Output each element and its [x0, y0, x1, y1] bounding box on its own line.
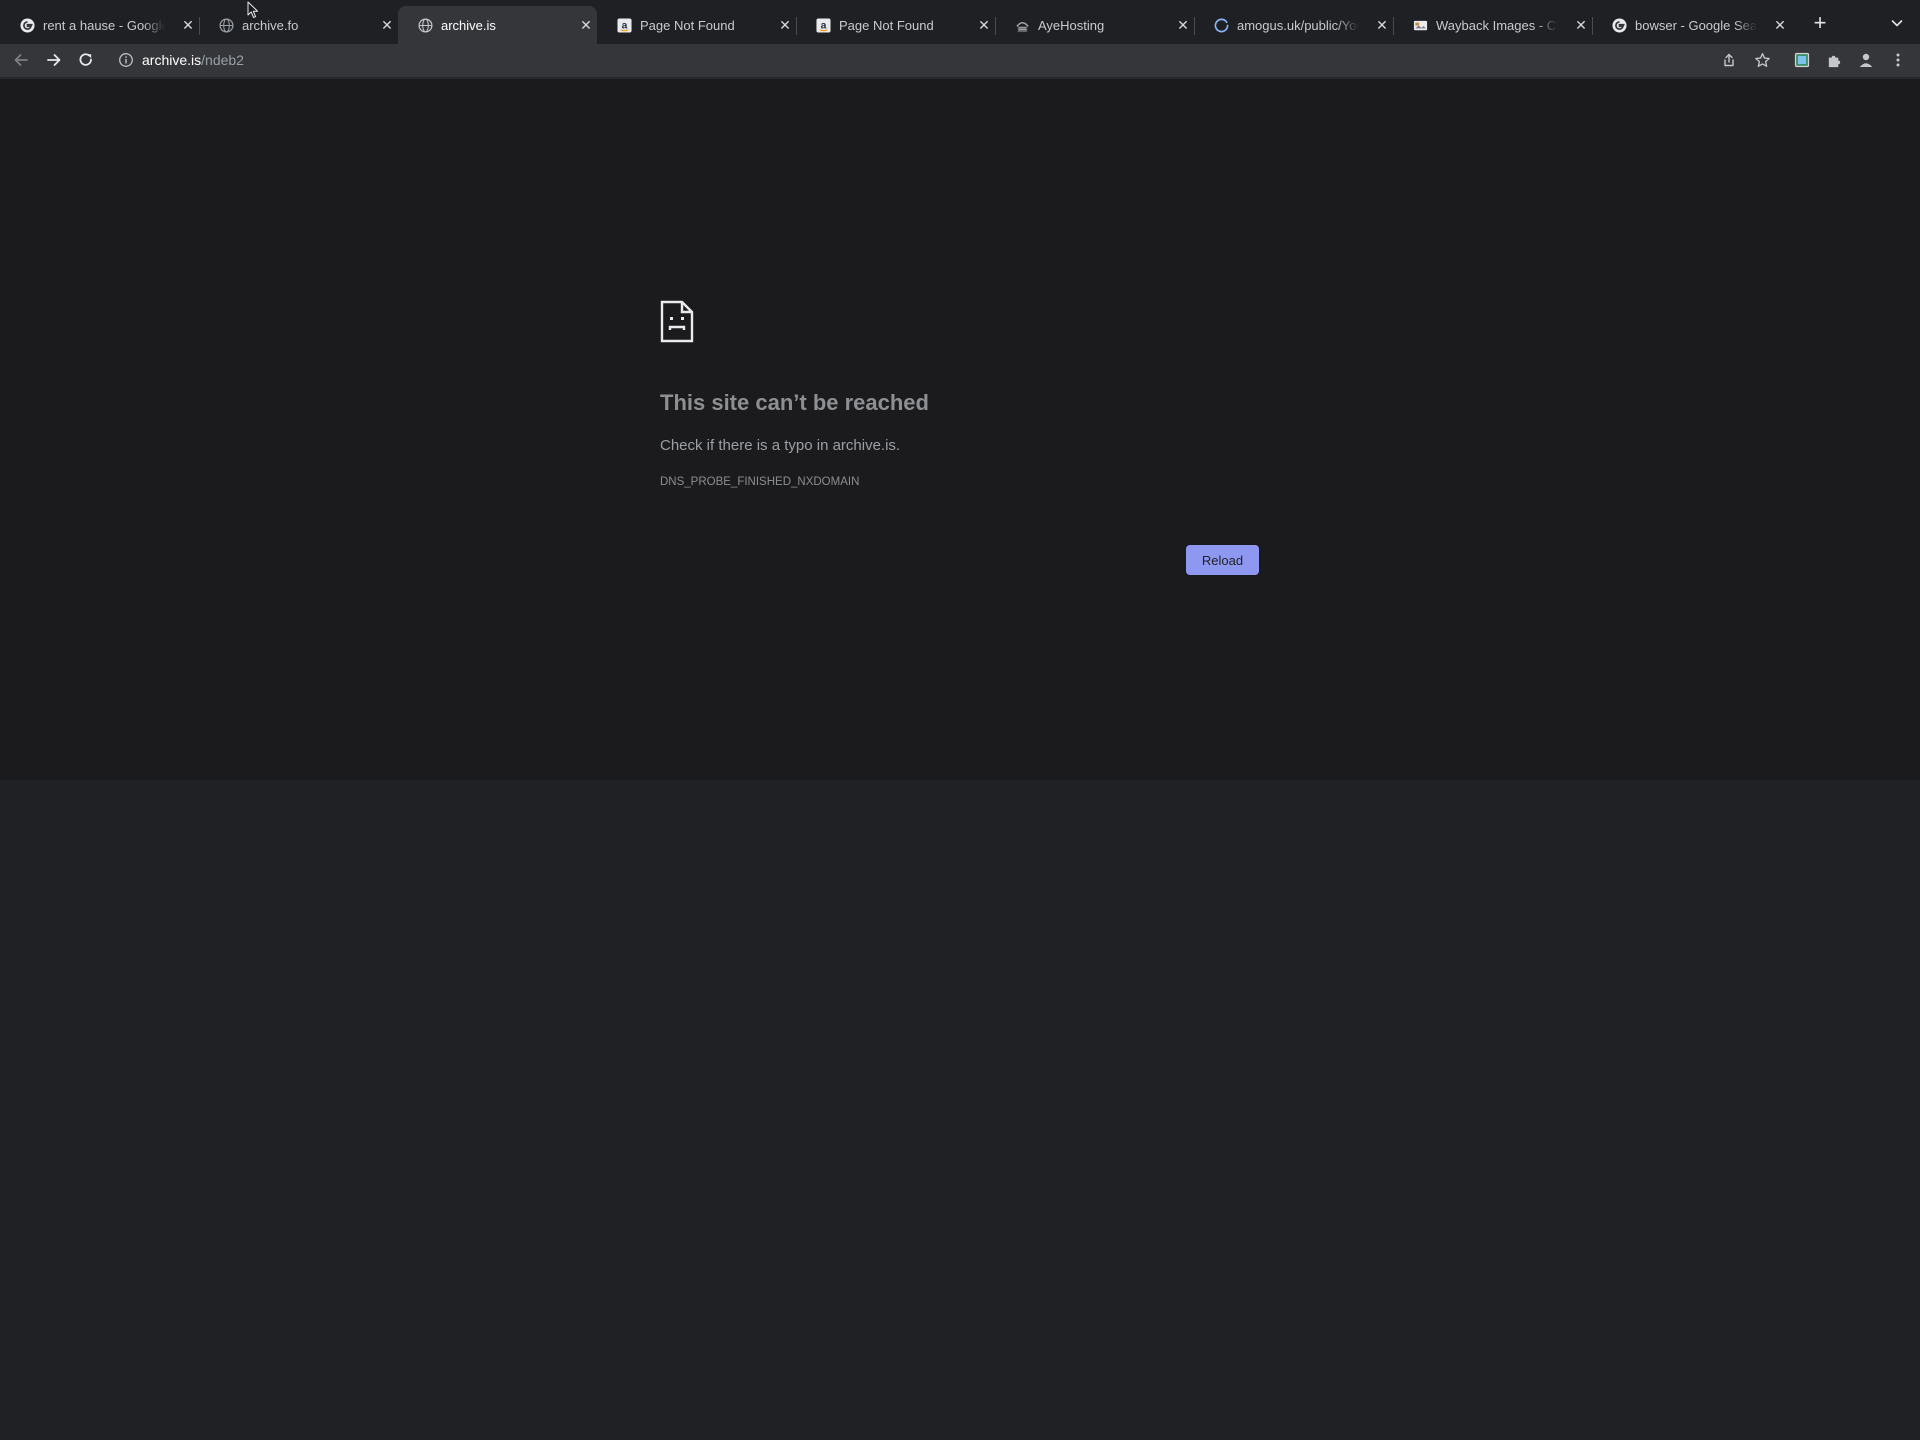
mouse-cursor-icon — [247, 1, 259, 19]
tab-title: Wayback Images - Chrome — [1436, 18, 1558, 33]
close-tab-icon[interactable]: ✕ — [1374, 17, 1390, 33]
tab-title: AyeHosting — [1038, 18, 1105, 33]
sad-page-icon — [660, 300, 694, 343]
wayback-icon — [1413, 18, 1428, 33]
tab-rent-a-hause[interactable]: rent a hause - Google Search ✕ — [0, 6, 200, 44]
google-g-icon — [20, 18, 35, 33]
globe-icon — [418, 18, 433, 33]
tab-title: archive.is — [441, 18, 496, 33]
tab-bowser[interactable]: bowser - Google Search ✕ — [1592, 6, 1791, 44]
svg-text:a: a — [821, 20, 827, 31]
url-path: /ndeb2 — [201, 52, 244, 68]
share-icon[interactable] — [1718, 49, 1740, 71]
close-tab-icon[interactable]: ✕ — [379, 17, 395, 33]
tab-title: bowser - Google Search — [1635, 18, 1757, 33]
tab-page-not-found-2[interactable]: a Page Not Found ✕ — [796, 6, 996, 44]
url-host: archive.is — [142, 52, 202, 68]
close-tab-icon[interactable]: ✕ — [777, 17, 793, 33]
info-icon[interactable] — [118, 52, 134, 68]
back-arrow-icon[interactable] — [10, 49, 32, 71]
page-lower-area — [0, 780, 1920, 1440]
close-tab-icon[interactable]: ✕ — [1772, 17, 1788, 33]
tab-title: rent a hause - Google Search — [43, 18, 165, 33]
tab-search-chevron-icon[interactable] — [1888, 14, 1906, 32]
amazon-icon: a — [617, 18, 632, 33]
forward-arrow-icon[interactable] — [43, 49, 65, 71]
tab-page-not-found-1[interactable]: a Page Not Found ✕ — [597, 6, 797, 44]
close-tab-icon[interactable]: ✕ — [180, 17, 196, 33]
hfs-icon — [1015, 18, 1030, 33]
bookmark-star-icon[interactable] — [1751, 49, 1773, 71]
tab-archive-fo[interactable]: archive.fo ✕ — [199, 6, 398, 44]
error-page: This site can’t be reached Check if ther… — [0, 79, 1920, 780]
tab-title: archive.fo — [242, 18, 299, 33]
globe-icon — [219, 18, 234, 33]
error-code: DNS_PROBE_FINISHED_NXDOMAIN — [660, 476, 860, 488]
url-text: archive.is/ndeb2 — [142, 51, 244, 69]
close-tab-icon[interactable]: ✕ — [578, 17, 594, 33]
loading-spinner-icon — [1214, 18, 1229, 33]
tab-title: Page Not Found — [640, 18, 735, 33]
menu-kebab-icon[interactable] — [1887, 49, 1909, 71]
browser-window: rent a hause - Google Search ✕ archive.f… — [0, 0, 1920, 1440]
close-tab-icon[interactable]: ✕ — [976, 17, 992, 33]
reload-icon[interactable] — [75, 49, 97, 71]
address-bar[interactable]: archive.is/ndeb2 — [112, 47, 1772, 73]
google-g-icon — [1612, 18, 1627, 33]
tab-amogus[interactable]: amogus.uk/public/You Tube ✕ — [1194, 6, 1394, 44]
tab-title: amogus.uk/public/You Tube — [1237, 18, 1359, 33]
reload-button[interactable]: Reload — [1186, 545, 1259, 575]
extensions-puzzle-icon[interactable] — [1823, 49, 1845, 71]
amazon-icon: a — [816, 18, 831, 33]
extension-square-icon[interactable] — [1791, 49, 1813, 71]
tab-title: Page Not Found — [839, 18, 934, 33]
svg-text:a: a — [622, 20, 628, 31]
close-tab-icon[interactable]: ✕ — [1573, 17, 1589, 33]
tab-archive-is[interactable]: archive.is ✕ — [398, 6, 597, 44]
tab-ayehosting[interactable]: AyeHosting ✕ — [995, 6, 1195, 44]
toolbar: archive.is/ndeb2 — [0, 44, 1920, 77]
tab-strip: rent a hause - Google Search ✕ archive.f… — [0, 0, 1920, 44]
error-title: This site can’t be reached — [660, 390, 929, 415]
tab-wayback-images[interactable]: Wayback Images - Chrome ✕ — [1393, 6, 1593, 44]
new-tab-button[interactable]: + — [1809, 10, 1831, 35]
profile-avatar-icon[interactable] — [1855, 49, 1877, 71]
close-tab-icon[interactable]: ✕ — [1175, 17, 1191, 33]
error-message: Check if there is a typo in archive.is. — [660, 437, 901, 454]
